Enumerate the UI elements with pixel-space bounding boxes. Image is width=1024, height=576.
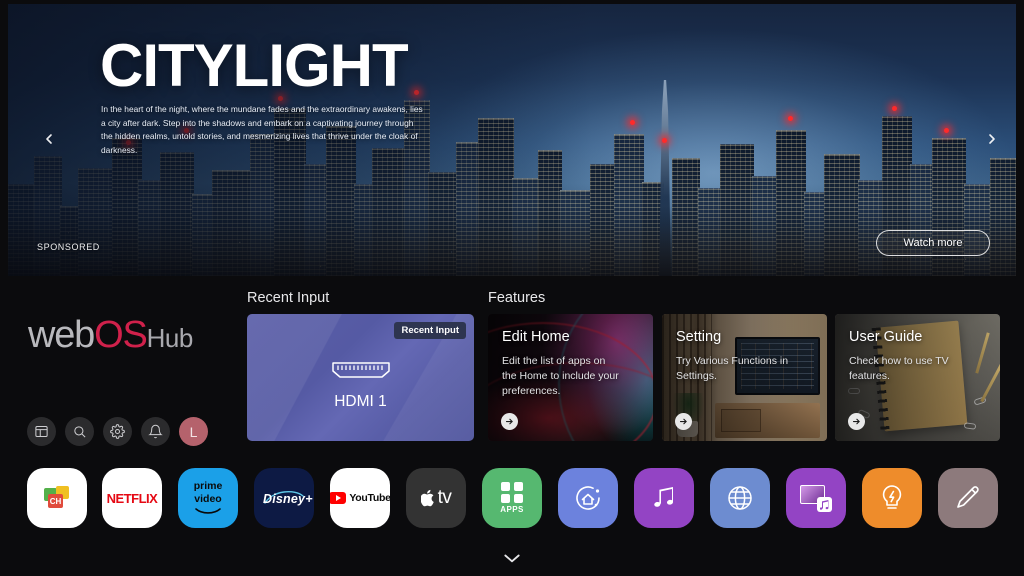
youtube-wordmark: YouTube — [330, 492, 390, 504]
avatar[interactable]: L — [179, 417, 208, 446]
app-tile-youtube[interactable]: YouTube — [330, 468, 390, 528]
features-section-title: Features — [488, 290, 546, 306]
app-tile-edit[interactable] — [938, 468, 998, 528]
apps-label: APPS — [500, 505, 524, 515]
recent-input-label: HDMI 1 — [334, 393, 387, 410]
arrow-right-icon[interactable] — [848, 413, 865, 430]
grid-icon — [501, 481, 523, 504]
home-hub-icon — [576, 486, 600, 510]
dashboard-icon[interactable] — [27, 417, 56, 446]
prime-video-wordmark: prime video — [194, 481, 222, 514]
pencil-icon — [957, 486, 979, 508]
banner-title: CITYLIGHT — [100, 32, 409, 99]
promo-banner[interactable]: CITYLIGHT In the heart of the night, whe… — [8, 4, 1016, 276]
recent-input-section-title: Recent Input — [247, 290, 330, 306]
app-tile-tips[interactable] — [862, 468, 922, 528]
app-tile-channels[interactable]: CH — [27, 468, 87, 528]
arrow-right-icon[interactable] — [675, 413, 692, 430]
media-player-icon — [800, 484, 832, 512]
hdmi-connector-icon — [330, 360, 392, 385]
feature-card-description: Edit the list of apps on the Home to inc… — [502, 355, 619, 397]
app-tile-music[interactable] — [634, 468, 694, 528]
app-tile-disney-plus[interactable]: Disney+ — [254, 468, 314, 528]
search-icon[interactable] — [65, 417, 94, 446]
chevron-right-icon[interactable] — [981, 128, 1003, 150]
logo-web: web — [28, 314, 95, 356]
watch-more-button[interactable]: Watch more — [876, 230, 990, 256]
logo-os: OS — [94, 314, 148, 356]
music-note-icon — [654, 487, 673, 507]
play-icon — [330, 492, 347, 504]
banner-description: In the heart of the night, where the mun… — [101, 104, 423, 155]
feature-card-description: Check how to use TV features. — [849, 355, 949, 382]
bell-icon[interactable] — [141, 417, 170, 446]
apple-logo-icon — [420, 489, 434, 507]
gear-icon[interactable] — [103, 417, 132, 446]
app-tile-home-hub[interactable] — [558, 468, 618, 528]
chevron-down-icon[interactable] — [498, 550, 526, 566]
app-dock: CH NETFLIX prime video Disney+ YouTube t… — [0, 468, 1024, 544]
sponsored-label: SPONSORED — [37, 242, 100, 252]
feature-card-title: Edit Home — [502, 329, 570, 345]
app-tile-prime-video[interactable]: prime video — [178, 468, 238, 528]
webos-hub-logo: webOSHub — [28, 314, 193, 357]
app-tile-apps[interactable]: APPS — [482, 468, 542, 528]
feature-card-title: Setting — [676, 329, 722, 345]
banner-bottom-fade — [8, 206, 1016, 276]
disney-wordmark: Disney+ — [263, 492, 313, 506]
smile-arrow-icon — [195, 507, 221, 514]
app-tile-apple-tv[interactable]: tv — [406, 468, 466, 528]
app-tile-media-player[interactable] — [786, 468, 846, 528]
lightbulb-icon — [882, 485, 902, 509]
chevron-left-icon[interactable] — [38, 128, 60, 150]
home-mid-section: webOSHub L Recent Input Features Recent … — [0, 276, 1024, 461]
app-tile-web-browser[interactable] — [710, 468, 770, 528]
feature-card-edit-home[interactable]: Edit Home Edit the list of apps on the H… — [488, 314, 653, 441]
feature-card-title: User Guide — [849, 329, 923, 345]
logo-hub: Hub — [146, 323, 194, 353]
channels-icon: CH — [44, 486, 70, 510]
globe-icon — [728, 486, 752, 510]
feature-card-setting[interactable]: Setting Try Various Functions in Setting… — [662, 314, 827, 441]
feature-card-description: Try Various Functions in Settings. — [676, 355, 789, 382]
netflix-wordmark: NETFLIX — [106, 490, 158, 506]
apple-tv-wordmark: tv — [420, 487, 452, 509]
utility-bar: L — [27, 417, 208, 446]
recent-input-card[interactable]: Recent Input HDMI 1 — [247, 314, 474, 441]
webos-home-screen: CITYLIGHT In the heart of the night, whe… — [0, 0, 1024, 576]
feature-card-user-guide[interactable]: User Guide Check how to use TV features. — [835, 314, 1000, 441]
app-tile-netflix[interactable]: NETFLIX — [102, 468, 162, 528]
recent-input-badge: Recent Input — [394, 322, 466, 339]
arrow-right-icon[interactable] — [501, 413, 518, 430]
